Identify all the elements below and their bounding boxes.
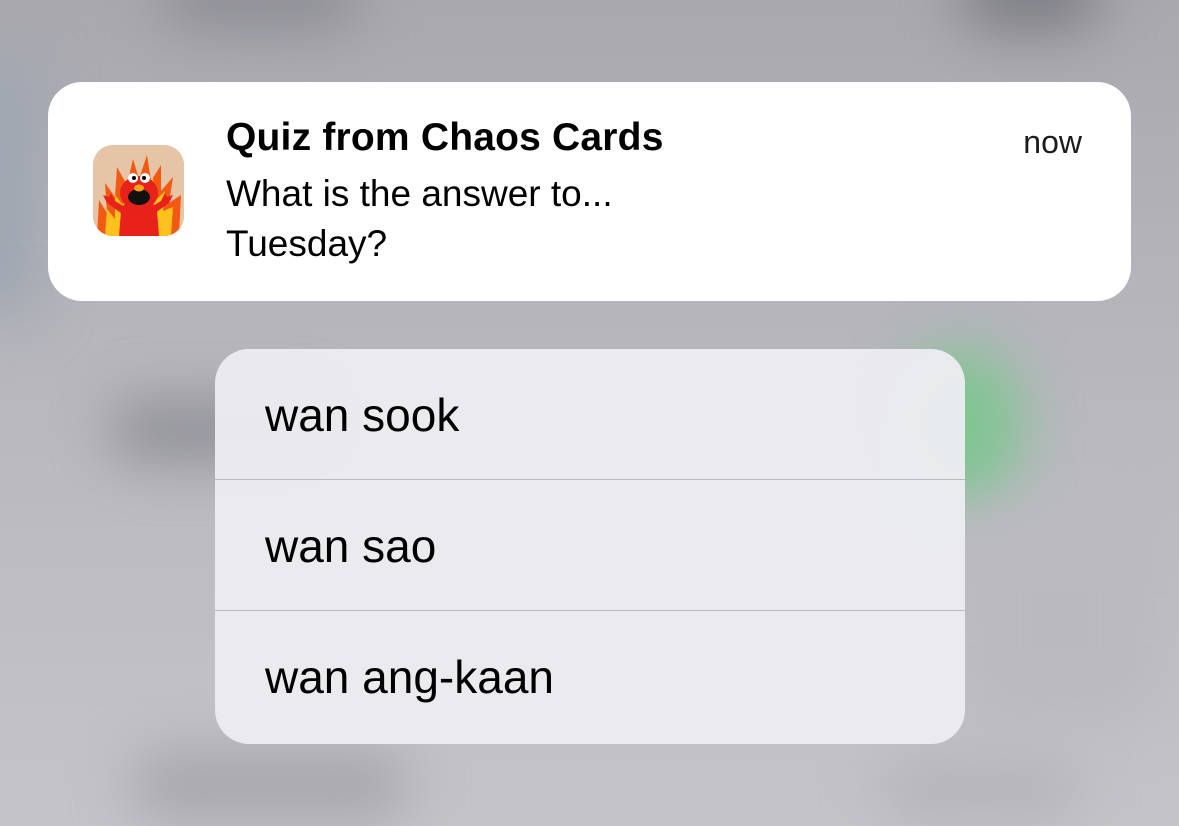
action-wan-sook[interactable]: wan sook <box>215 349 965 480</box>
background-blur <box>960 0 1100 30</box>
notification-body-line: What is the answer to... <box>226 173 613 214</box>
background-blur <box>130 750 410 820</box>
background-blur <box>0 60 40 320</box>
notification-body: What is the answer to... Tuesday? <box>226 169 613 269</box>
notification-timestamp: now <box>1023 124 1082 160</box>
action-wan-sao[interactable]: wan sao <box>215 480 965 611</box>
notification-body-line: Tuesday? <box>226 223 388 264</box>
notification-banner[interactable]: Quiz from Chaos Cards now What is the an… <box>48 82 1131 301</box>
action-wan-ang-kaan[interactable]: wan ang-kaan <box>215 611 965 744</box>
notification-actions-menu: wan sook wan sao wan ang-kaan <box>215 349 965 744</box>
chaos-cards-app-icon <box>93 145 184 236</box>
background-blur <box>880 760 1080 820</box>
notification-title: Quiz from Chaos Cards <box>226 116 664 159</box>
background-blur <box>960 520 1160 720</box>
background-blur <box>160 0 360 30</box>
